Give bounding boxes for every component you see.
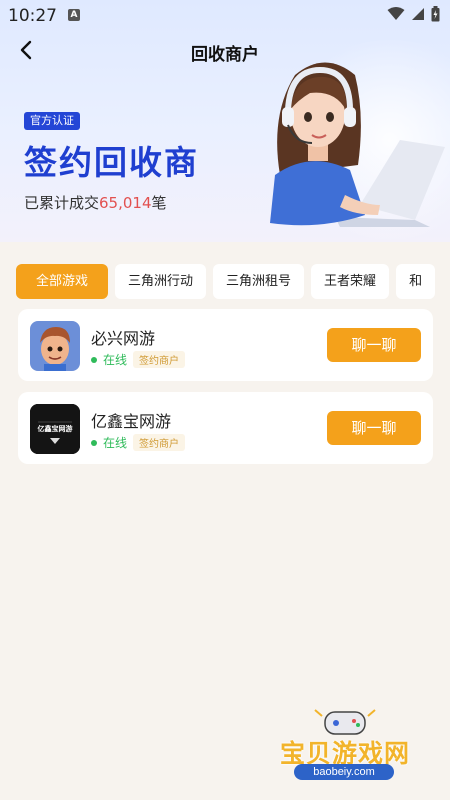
a-badge-icon: A [68,9,80,21]
deal-suffix: 笔 [151,194,167,212]
wifi-icon [387,7,405,20]
site-watermark: 宝贝游戏网 baobeiy.com [270,700,420,800]
online-dot-icon [91,439,97,446]
deal-count: 65,014 [99,194,152,212]
online-label: 在线 [103,436,128,450]
signed-merchant-badge: 签约商户 [133,351,186,368]
merchant-card[interactable]: 亿鑫宝网游 亿鑫宝网游 在线 签约商户 聊一聊 [18,392,433,464]
game-filter-tabs: 全部游戏 三角洲行动 三角洲租号 王者荣耀 和 [16,264,436,299]
status-time: 10:27 [8,6,57,26]
merchant-card[interactable]: 必兴网游 在线 签约商户 聊一聊 [18,309,433,381]
chat-button[interactable]: 聊一聊 [327,411,421,445]
tab-delta-force-rental[interactable]: 三角洲租号 [213,264,305,299]
hero-title: 签约回收商 [24,143,199,182]
customer-service-illustration [270,62,445,227]
deal-prefix: 已累计成交 [24,194,100,212]
signal-icon [412,8,424,20]
tab-all-games[interactable]: 全部游戏 [16,264,109,299]
official-cert-badge: 官方认证 [24,112,80,130]
system-icons [387,6,440,22]
merchant-logo: 亿鑫宝网游 [30,404,80,454]
merchant-name: 必兴网游 [91,329,156,348]
signed-merchant-badge: 签约商户 [133,434,186,451]
battery-icon [431,6,440,22]
logo-text: 亿鑫宝网游 [37,425,73,433]
cartoon-avatar-icon [30,321,80,371]
tab-honor-of-kings[interactable]: 王者荣耀 [311,264,390,299]
merchant-logo [30,321,80,371]
tab-delta-force[interactable]: 三角洲行动 [115,264,207,299]
chat-button[interactable]: 聊一聊 [327,328,421,362]
merchant-name: 亿鑫宝网游 [91,412,172,431]
online-label: 在线 [103,353,128,367]
tab-partial[interactable]: 和 [396,264,436,299]
merchant-status: 在线 签约商户 [91,434,186,451]
merchant-status: 在线 签约商户 [91,351,186,368]
status-bar: 10:27 A [0,0,450,30]
online-dot-icon [91,356,97,363]
deal-count-line: 已累计成交65,014笔 [24,192,167,213]
hero-banner: 10:27 A 回收商户 官方认证 签约回收商 已累计成交65,014笔 [0,0,450,242]
watermark-url: baobeiy.com [294,764,394,780]
